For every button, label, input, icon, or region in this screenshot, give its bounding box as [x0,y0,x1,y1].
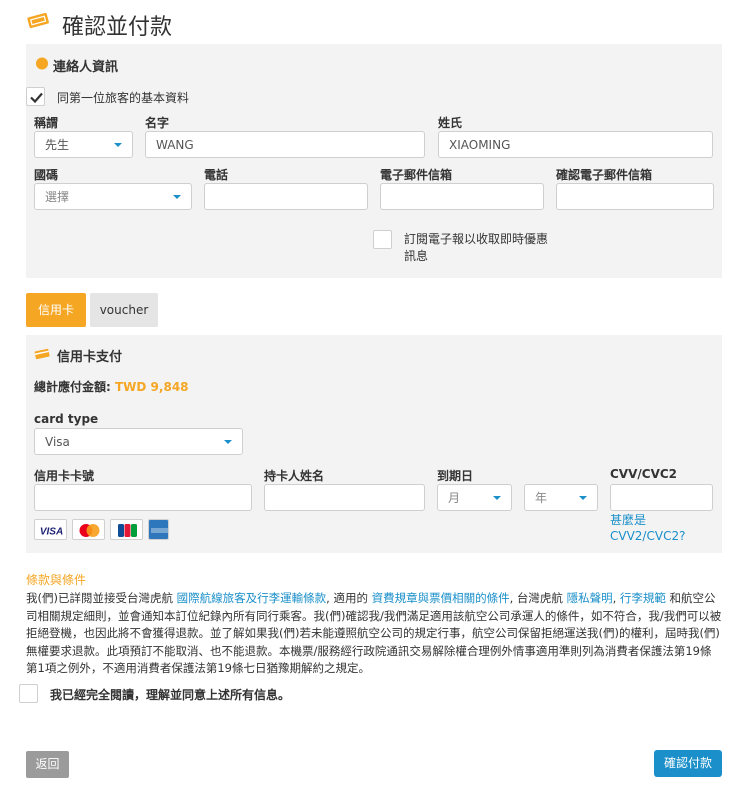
amex-logo [148,519,169,540]
same-as-first-passenger-label: 同第一位旅客的基本資料 [57,91,190,105]
ticket-icon [26,10,50,30]
card-type-select[interactable]: Visa [34,428,243,455]
expiry-label: 到期日 [437,469,474,483]
confirm-email-field[interactable] [556,183,714,210]
title-label: 稱謂 [34,116,59,130]
credit-card-icon [34,347,50,360]
total-amount-label: 總計應付金額: [34,380,111,394]
title-select[interactable]: 先生 [34,131,133,158]
confirm-payment-button[interactable]: 確認付款 [654,750,722,777]
same-as-first-passenger-checkbox[interactable] [26,87,45,106]
newsletter-label: 訂閱電子報以收取即時優惠訊息 [404,232,549,263]
contact-person-icon [35,56,49,70]
terms-text-3: , 台灣虎航 [509,591,567,605]
cvv-field[interactable] [610,484,713,511]
expiry-month-placeholder: 月 [448,491,461,505]
confirm-email-label: 確認電子郵件信箱 [556,168,653,182]
card-type-label: card type [34,412,99,426]
terms-text-4: , [612,591,620,605]
last-name-field[interactable]: XIAOMING [438,131,713,158]
newsletter-checkbox[interactable] [373,230,392,249]
chevron-down-icon [173,195,181,199]
first-name-label: 名字 [145,116,170,130]
privacy-statement-link[interactable]: 隱私聲明 [567,591,613,605]
total-amount-value: TWD 9,848 [115,380,189,394]
back-button[interactable]: 返回 [26,751,69,778]
terms-text-1: 我(們)已詳閱並接受台灣虎航 [26,591,177,605]
contact-section-title: 連絡人資訊 [53,60,119,75]
transport-terms-link[interactable]: 國際航線旅客及行李運輸條款 [177,591,327,605]
expiry-month-select[interactable]: 月 [437,484,512,511]
mastercard-logo [72,519,105,540]
chevron-down-icon [114,143,122,147]
page-title: 確認並付款 [62,15,173,40]
expiry-year-placeholder: 年 [535,491,548,505]
cvv-help-link[interactable]: 甚麼是CVV2/CVC2? [610,512,690,544]
card-type-value: Visa [45,435,70,449]
card-number-label: 信用卡卡號 [34,469,95,483]
phone-field[interactable] [204,183,368,210]
country-code-select[interactable]: 選擇 [34,183,192,210]
expiry-year-select[interactable]: 年 [524,484,598,511]
card-holder-field[interactable] [264,484,425,511]
fare-rules-link[interactable]: 資費規章與票價相關的條件 [372,591,510,605]
jcb-logo [110,519,143,540]
card-holder-label: 持卡人姓名 [264,469,325,483]
card-number-field[interactable] [34,484,252,511]
country-code-label: 國碼 [34,168,59,182]
last-name-label: 姓氏 [438,116,463,130]
agree-terms-checkbox[interactable] [19,684,38,703]
email-label: 電子郵件信箱 [380,168,453,182]
visa-logo: VISA [34,519,67,540]
svg-text:VISA: VISA [40,527,63,538]
tab-credit-card[interactable]: 信用卡 [26,293,86,327]
agree-terms-label: 我已經完全閱讀，理解並同意上述所有信息。 [50,688,291,702]
chevron-down-icon [224,440,232,444]
terms-text-2: , 適用的 [326,591,372,605]
chevron-down-icon [579,496,587,500]
terms-text: 我(們)已詳閱並接受台灣虎航 國際航線旅客及行李運輸條款, 適用的 資費規章與票… [26,590,722,678]
chevron-down-icon [493,496,501,500]
credit-card-section-title: 信用卡支付 [57,350,123,365]
email-field[interactable] [380,183,544,210]
total-amount: 總計應付金額: TWD 9,848 [34,378,189,395]
country-code-placeholder: 選擇 [45,190,70,204]
cvv-label: CVV/CVC2 [610,467,678,481]
terms-heading: 條款與條件 [26,573,87,587]
phone-label: 電話 [204,168,229,182]
baggage-rules-link[interactable]: 行李規範 [620,591,666,605]
title-select-value: 先生 [45,138,70,152]
checkmark-icon [30,92,43,104]
tab-voucher[interactable]: voucher [90,293,158,327]
first-name-field[interactable]: WANG [145,131,425,158]
